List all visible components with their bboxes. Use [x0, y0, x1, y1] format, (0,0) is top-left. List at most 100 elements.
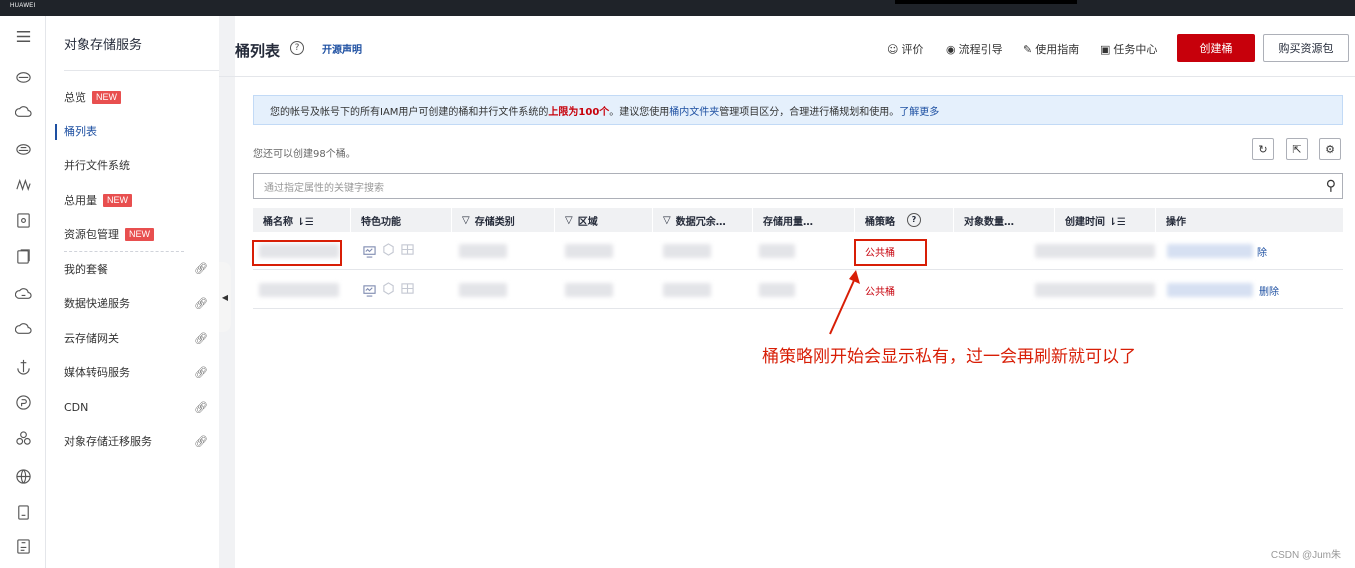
highlight-box-policy	[854, 239, 927, 266]
external-link-icon: 🔗︎	[194, 401, 208, 414]
column-region[interactable]: ▽ 区域	[554, 208, 652, 232]
archive-icon[interactable]	[13, 536, 33, 556]
sidebar-item-media-transcoding[interactable]: 媒体转码服务	[64, 363, 214, 381]
bucket-name-redacted[interactable]	[259, 283, 339, 297]
monitor-icon	[363, 284, 376, 297]
table-header: 桶名称 ⇂☰ 特色功能 ▽ 存储类别 ▽ 区域 ▽ 数据冗余… 存储用量… 桶策…	[253, 208, 1343, 232]
menu-icon[interactable]	[13, 26, 33, 46]
sidebar-item-resource-packages[interactable]: 资源包管理 NEW	[64, 225, 214, 243]
wave-icon[interactable]	[13, 174, 33, 194]
external-link-icon: 🔗︎	[194, 332, 208, 345]
delete-link[interactable]: 除	[1257, 244, 1267, 259]
edit-icon: ✎	[1023, 42, 1033, 56]
column-bucket-policy: 桶策略 ?	[854, 208, 953, 232]
sidebar-item-storage-gateway[interactable]: 云存储网关	[64, 329, 214, 347]
cloud-icon[interactable]	[13, 138, 33, 158]
console-search-box[interactable]	[895, 0, 1077, 4]
guide-button[interactable]: ◉ 流程引导	[946, 41, 1003, 57]
network-icon[interactable]	[13, 428, 33, 448]
cloud-icon[interactable]	[13, 66, 33, 86]
column-storage-usage: 存储用量…	[752, 208, 854, 232]
help-icon[interactable]: ?	[907, 213, 921, 227]
divider	[64, 70, 230, 71]
help-icon[interactable]: ?	[290, 41, 304, 55]
create-bucket-button[interactable]: 创建桶	[1177, 34, 1255, 62]
storage-class-redacted	[459, 244, 507, 258]
hexagon-icon	[383, 282, 394, 295]
action-links-redacted[interactable]	[1167, 283, 1253, 297]
rate-button[interactable]: ☺ 评价	[887, 41, 923, 57]
region-redacted	[565, 244, 613, 258]
redundancy-redacted	[663, 244, 711, 258]
region-redacted	[565, 283, 613, 297]
document-icon[interactable]	[13, 502, 33, 522]
globe-icon[interactable]	[13, 466, 33, 486]
divider	[64, 251, 184, 252]
quota-text: 您还可以创建98个桶。	[253, 149, 356, 160]
filter-icon: ▽	[663, 214, 671, 226]
top-bar: HUAWEI	[0, 0, 1355, 16]
smile-icon: ☺	[887, 42, 899, 56]
sidebar-item-my-packages[interactable]: 我的套餐	[64, 260, 214, 278]
column-storage-class[interactable]: ▽ 存储类别	[451, 208, 554, 232]
column-actions: 操作	[1155, 208, 1343, 232]
sidebar-item-total-usage[interactable]: 总用量 NEW	[64, 191, 214, 209]
cloud-icon[interactable]	[13, 102, 33, 122]
annotation-text: 桶策略刚开始会显示私有，过一会再刷新就可以了	[762, 347, 1136, 367]
cloud-icon[interactable]	[13, 319, 33, 339]
header-divider	[219, 76, 1355, 77]
delete-link[interactable]: 删除	[1259, 283, 1279, 298]
export-icon[interactable]: ⇱	[1286, 138, 1308, 160]
sidebar-item-bucket-list[interactable]: 桶列表	[64, 122, 214, 140]
external-link-icon: 🔗︎	[194, 366, 208, 379]
new-badge: NEW	[103, 193, 132, 207]
folder-link[interactable]: 桶内文件夹	[669, 103, 719, 118]
service-title: 对象存储服务	[64, 38, 143, 53]
main-content: 桶列表 ? 开源声明 ☺ 评价 ◉ 流程引导 ✎ 使用指南 ▣ 任务中心 创建桶…	[219, 16, 1355, 568]
feature-icons	[363, 271, 420, 309]
file-icon[interactable]	[13, 246, 33, 266]
service-icon-rail	[0, 16, 46, 568]
sidebar-item-parallel-fs[interactable]: 并行文件系统	[64, 156, 214, 174]
action-links-redacted[interactable]	[1167, 244, 1253, 258]
sidebar-item-migration[interactable]: 对象存储迁移服务	[64, 432, 214, 450]
redundancy-redacted	[663, 283, 711, 297]
highlight-box-bucket-name	[252, 240, 342, 266]
search-icon[interactable]: ⚲	[1326, 178, 1336, 194]
buy-resource-package-button[interactable]: 购买资源包	[1263, 34, 1349, 62]
hexagon-icon	[383, 243, 394, 256]
refresh-icon[interactable]: ↻	[1252, 138, 1274, 160]
sidebar-item-cdn[interactable]: CDN	[64, 398, 214, 416]
column-redundancy[interactable]: ▽ 数据冗余…	[652, 208, 752, 232]
usage-redacted	[759, 244, 795, 258]
new-badge: NEW	[92, 90, 121, 104]
manual-button[interactable]: ✎ 使用指南	[1023, 41, 1079, 57]
sidebar-item-overview[interactable]: 总览 NEW	[64, 88, 214, 106]
external-link-icon: 🔗︎	[194, 297, 208, 310]
learn-more-link[interactable]: 了解更多	[899, 103, 939, 118]
disk-icon[interactable]	[13, 210, 33, 230]
settings-icon[interactable]: ⚙	[1319, 138, 1341, 160]
column-created-time[interactable]: 创建时间 ⇂☰	[1054, 208, 1155, 232]
sidebar-item-data-express[interactable]: 数据快递服务	[64, 294, 214, 312]
table-icon	[401, 244, 414, 255]
search-input[interactable]: 通过指定属性的关键字搜索 ⚲	[253, 173, 1343, 199]
column-bucket-name[interactable]: 桶名称 ⇂☰	[253, 208, 350, 232]
open-source-link[interactable]: 开源声明	[322, 41, 362, 56]
annotation-arrow	[829, 270, 860, 335]
cloud-icon[interactable]	[13, 284, 33, 304]
created-time-redacted	[1035, 283, 1155, 297]
filter-icon: ▽	[462, 214, 470, 226]
feature-icons	[363, 232, 420, 270]
monitor-icon	[363, 245, 376, 258]
task-center-button[interactable]: ▣ 任务中心	[1100, 41, 1157, 57]
huawei-logo[interactable]: HUAWEI	[10, 3, 36, 9]
clipboard-icon: ▣	[1100, 42, 1111, 56]
usage-redacted	[759, 283, 795, 297]
active-indicator	[55, 124, 57, 140]
service-sidebar: 对象存储服务 总览 NEW 桶列表 并行文件系统 总用量 NEW 资源包管理 N…	[46, 16, 230, 568]
table-icon	[401, 283, 414, 294]
anchor-icon[interactable]	[13, 356, 33, 376]
coin-icon[interactable]	[13, 392, 33, 412]
sidebar-collapse-handle[interactable]: ◀	[219, 262, 231, 332]
